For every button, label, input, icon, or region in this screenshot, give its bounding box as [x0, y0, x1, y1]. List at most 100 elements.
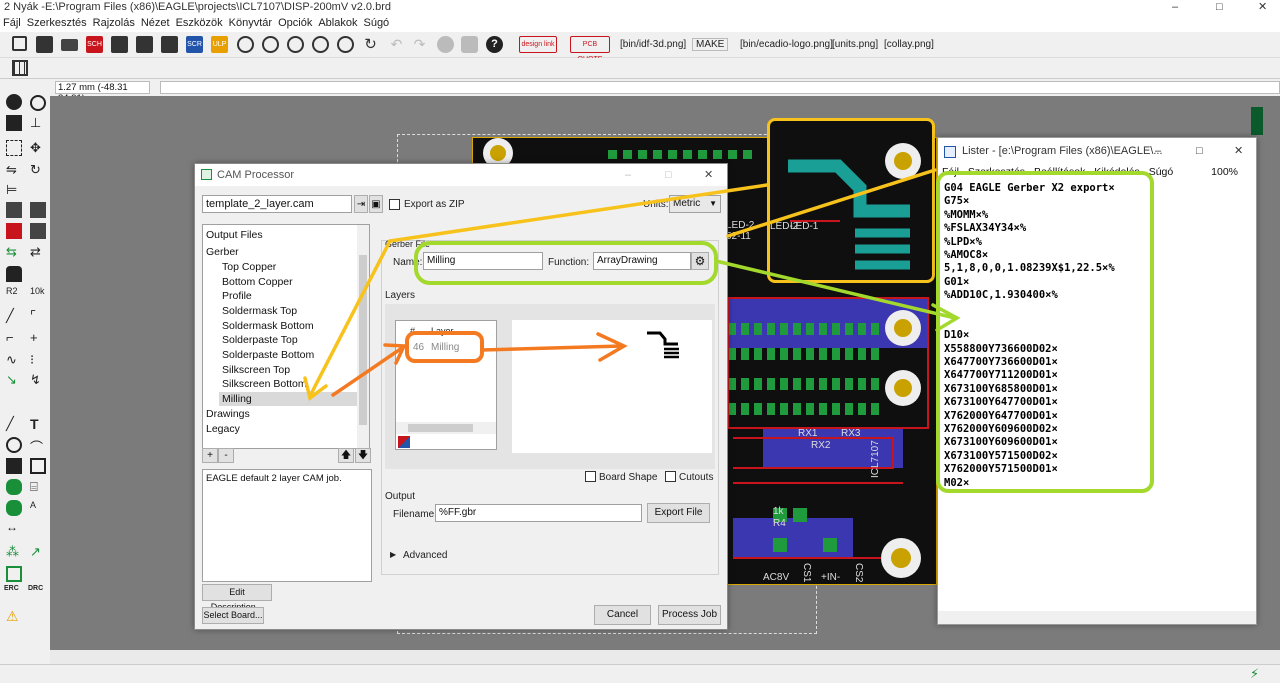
- tree-item[interactable]: Soldermask Bottom: [222, 319, 314, 333]
- lister-menu-options[interactable]: Beállítások: [1034, 166, 1085, 178]
- ratsnest-icon[interactable]: ⁂: [6, 544, 22, 560]
- script-units[interactable]: [units.png]: [832, 39, 878, 50]
- remove-output-button[interactable]: -: [218, 448, 234, 463]
- value-icon[interactable]: 10k: [30, 286, 46, 302]
- measure-icon[interactable]: ↔: [6, 520, 22, 536]
- ripup-icon[interactable]: ↯: [30, 372, 46, 388]
- open-icon[interactable]: [12, 36, 27, 51]
- layers-icon[interactable]: [161, 36, 178, 53]
- text-icon[interactable]: T: [30, 416, 46, 432]
- grid-icon[interactable]: [12, 60, 28, 76]
- display-icon[interactable]: [6, 115, 22, 131]
- lister-menu-encoding[interactable]: Kikódolás: [1094, 166, 1140, 178]
- lock-icon[interactable]: [6, 266, 22, 282]
- meander-icon[interactable]: +: [30, 330, 46, 346]
- tree-scrollbar[interactable]: [357, 225, 369, 448]
- undo-icon[interactable]: ↶: [388, 36, 405, 53]
- split-icon[interactable]: ╱: [6, 308, 22, 324]
- tree-item[interactable]: Profile: [222, 289, 252, 303]
- help-icon[interactable]: ?: [486, 36, 503, 53]
- cam-close-button[interactable]: ✕: [704, 164, 713, 186]
- tree-group-drawings[interactable]: Drawings: [206, 407, 250, 421]
- hole-icon[interactable]: [6, 500, 22, 516]
- move-up-icon[interactable]: 🡅: [338, 448, 354, 463]
- maximize-button[interactable]: □: [1216, 0, 1223, 15]
- dimension-icon[interactable]: A: [30, 500, 46, 516]
- erc-icon[interactable]: ERC: [4, 585, 20, 601]
- lister-maximize-button[interactable]: □: [1196, 138, 1203, 165]
- delete-icon[interactable]: [6, 223, 22, 239]
- tree-item[interactable]: Solderpaste Bottom: [222, 348, 314, 362]
- minimize-button[interactable]: –: [1172, 0, 1178, 15]
- tree-item-selected[interactable]: Milling: [219, 392, 359, 406]
- paste-icon[interactable]: [30, 202, 46, 218]
- export-file-button[interactable]: Export File: [647, 503, 710, 523]
- zoom-fit-icon[interactable]: [237, 36, 254, 53]
- menu-file[interactable]: Fájl: [0, 15, 24, 32]
- save-icon[interactable]: [36, 36, 53, 53]
- menu-view[interactable]: Nézet: [138, 15, 173, 32]
- swap-icon[interactable]: ⇄: [30, 244, 46, 260]
- circle-icon[interactable]: [6, 437, 22, 453]
- export-zip-checkbox[interactable]: [389, 199, 400, 210]
- filename-field[interactable]: %FF.gbr: [435, 504, 642, 522]
- menu-tools[interactable]: Eszközök: [173, 15, 226, 32]
- tree-item[interactable]: Solderpaste Top: [222, 333, 298, 347]
- lister-menu-help[interactable]: Súgó: [1149, 166, 1174, 178]
- arc-icon[interactable]: ⌒: [30, 437, 46, 455]
- rotate-icon[interactable]: ↻: [30, 162, 46, 178]
- tree-item[interactable]: Silkscreen Bottom: [222, 377, 307, 391]
- add-output-button[interactable]: +: [202, 448, 218, 463]
- process-job-button[interactable]: Process Job: [658, 605, 721, 625]
- add-icon[interactable]: [30, 223, 46, 239]
- warning-icon[interactable]: ⚠: [6, 608, 22, 624]
- replace-icon[interactable]: ⇆: [6, 244, 22, 260]
- redo-icon[interactable]: ↷: [411, 36, 428, 53]
- zoom-prev-icon[interactable]: [312, 36, 329, 53]
- menu-edit[interactable]: Szerkesztés: [24, 15, 90, 32]
- route-icon[interactable]: ↘: [6, 372, 22, 388]
- lister-minimize-button[interactable]: –: [1155, 138, 1161, 165]
- board-shape-checkbox[interactable]: [585, 471, 596, 482]
- advanced-label[interactable]: Advanced: [403, 550, 447, 561]
- print-icon[interactable]: [61, 39, 78, 51]
- menu-window[interactable]: Ablakok: [315, 15, 360, 32]
- script-make[interactable]: MAKE: [692, 38, 729, 51]
- route-multi-icon[interactable]: ⁝: [30, 352, 46, 368]
- redraw-icon[interactable]: ↻: [362, 36, 379, 53]
- tree-item[interactable]: Bottom Copper: [222, 275, 293, 289]
- zoom-select-icon[interactable]: [337, 36, 354, 53]
- cam-job-file-field[interactable]: template_2_layer.cam: [202, 195, 352, 213]
- cam-icon[interactable]: [136, 36, 153, 53]
- move-down-icon[interactable]: 🡇: [355, 448, 371, 463]
- polygon-icon[interactable]: [30, 458, 46, 474]
- smash-icon[interactable]: R2: [6, 286, 22, 302]
- lister-hscroll[interactable]: [938, 611, 1256, 624]
- tree-header[interactable]: Output Files: [206, 228, 263, 242]
- script-idf-3d[interactable]: [bin/idf-3d.png]: [620, 39, 686, 50]
- gear-icon[interactable]: ⚙: [691, 252, 709, 270]
- menu-help[interactable]: Súgó: [360, 15, 392, 32]
- board-icon[interactable]: [111, 36, 128, 53]
- menu-library[interactable]: Könyvtár: [226, 15, 275, 32]
- via-icon[interactable]: [6, 479, 22, 495]
- cancel-button[interactable]: Cancel: [594, 605, 651, 625]
- zoom-out-icon[interactable]: [287, 36, 304, 53]
- layer-row[interactable]: 46 Milling: [396, 339, 496, 357]
- tree-group-legacy[interactable]: Legacy: [206, 422, 240, 436]
- optimize-icon[interactable]: ⌐: [6, 330, 22, 346]
- tree-group-gerber[interactable]: Gerber: [206, 245, 239, 259]
- scr-icon[interactable]: SCR: [186, 36, 203, 53]
- info-icon[interactable]: [6, 94, 22, 110]
- copy-icon[interactable]: [6, 202, 22, 218]
- mirror-icon[interactable]: ⇋: [6, 162, 22, 178]
- menu-options[interactable]: Opciók: [275, 15, 315, 32]
- menu-draw[interactable]: Rajzolás: [90, 15, 138, 32]
- script-collay[interactable]: [collay.png]: [884, 39, 934, 50]
- board-check-icon[interactable]: [6, 566, 22, 582]
- units-select[interactable]: Metric ▼: [669, 195, 721, 213]
- attribute-icon[interactable]: ⌸: [30, 479, 46, 495]
- select-board-button[interactable]: Select Board...: [202, 607, 264, 624]
- tree-item[interactable]: Silkscreen Top: [222, 363, 290, 377]
- sch-icon[interactable]: SCH: [86, 36, 103, 53]
